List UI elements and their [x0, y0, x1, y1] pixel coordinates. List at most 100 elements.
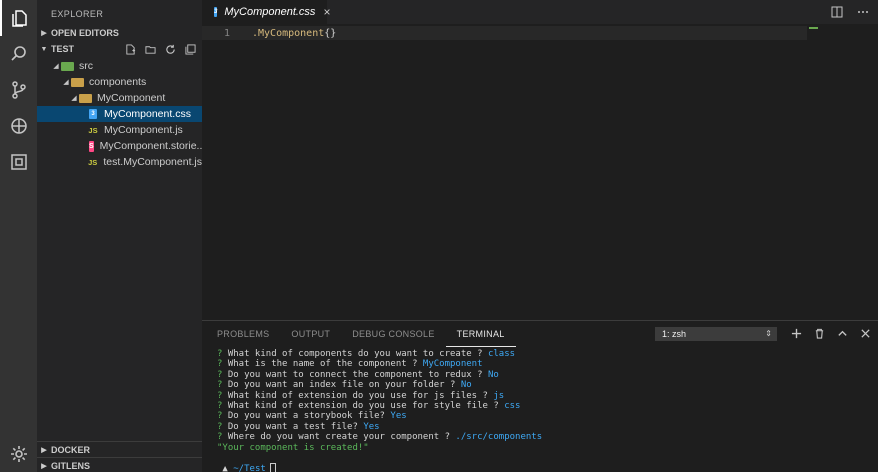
terminal-line: ? What is the name of the component ? My… — [217, 359, 542, 369]
tree-item-label: components — [89, 76, 147, 88]
terminal-answer: ./src/components — [455, 432, 543, 443]
gitlens-section[interactable]: ▶ GITLENS — [37, 457, 202, 472]
source-control-icon[interactable] — [0, 72, 37, 108]
prompt-path: ~/Test — [233, 464, 266, 472]
new-file-icon[interactable] — [124, 43, 136, 55]
editor-tab-bar: 3 MyComponent.css × — [202, 0, 878, 24]
tree-item-mycomponent-js[interactable]: JS MyComponent.js — [37, 122, 202, 138]
tab-terminal[interactable]: TERMINAL — [445, 321, 516, 347]
terminal-question: What kind of components do you want to c… — [222, 349, 488, 359]
terminal-line: ? Do you want to connect the component t… — [217, 370, 542, 380]
debug-icon[interactable] — [0, 108, 37, 144]
tree-item-label: MyComponent.storie... — [99, 140, 206, 152]
bottom-panel: PROBLEMS OUTPUT DEBUG CONSOLE TERMINAL 1… — [202, 320, 878, 472]
chevron-right-icon: ▶ — [41, 446, 47, 454]
new-folder-icon[interactable] — [144, 43, 156, 55]
terminal-output[interactable]: ? What kind of components do you want to… — [217, 349, 542, 472]
terminal-question: What kind of extension do you use for st… — [222, 401, 505, 412]
terminal-answer: js — [493, 390, 505, 401]
terminal-question: What kind of extension do you use for js… — [222, 390, 494, 401]
explorer-icon[interactable] — [0, 0, 37, 36]
docker-label: DOCKER — [51, 444, 91, 455]
editor-area: 3 MyComponent.css × 1 .MyComponent {} — [202, 0, 878, 320]
more-actions-icon[interactable] — [856, 5, 870, 19]
chevron-down-icon: ◢ — [53, 63, 59, 70]
storybook-file-icon: S — [89, 140, 94, 152]
tree-item-label: MyComponent — [97, 92, 166, 104]
code-line[interactable]: 1 .MyComponent {} — [202, 26, 807, 40]
open-editors-section[interactable]: ▶ OPEN EDITORS — [37, 25, 202, 41]
terminal-question: What is the name of the component ? — [222, 359, 423, 370]
trash-icon[interactable] — [813, 327, 826, 340]
terminal-question: Where do you want create your component … — [222, 432, 456, 443]
close-panel-icon[interactable] — [859, 327, 872, 340]
explorer-sidebar: EXPLORER ▶ OPEN EDITORS ▼ TEST ◢ src ◢ c… — [37, 0, 205, 472]
maximize-panel-icon[interactable] — [836, 327, 849, 340]
terminal-answer: Yes — [390, 411, 407, 422]
terminal-line: ? What kind of extension do you use for … — [217, 401, 542, 411]
css-file-icon: 3 — [89, 109, 97, 119]
docker-section[interactable]: ▶ DOCKER — [37, 441, 202, 457]
project-label: TEST — [51, 44, 75, 54]
search-icon[interactable] — [0, 36, 37, 72]
tree-item-label: test.MyComponent.js — [103, 156, 202, 168]
select-arrows-icon: ⇕ — [765, 329, 772, 338]
gitlens-label: GITLENS — [51, 460, 91, 471]
terminal-answer: No — [487, 369, 499, 380]
tab-output[interactable]: OUTPUT — [280, 321, 341, 347]
tab-debug-console[interactable]: DEBUG CONSOLE — [341, 321, 445, 347]
css-braces: {} — [324, 27, 337, 39]
terminal-select[interactable]: 1: zsh ⇕ — [655, 327, 777, 341]
terminal-answer: css — [504, 401, 521, 412]
tree-item-label: MyComponent.js — [104, 124, 183, 136]
tab-mycomponent-css[interactable]: 3 MyComponent.css × — [202, 0, 330, 24]
terminal-line: ? What kind of components do you want to… — [217, 349, 542, 359]
tree-item-src[interactable]: ◢ src — [37, 58, 202, 74]
activity-bar — [0, 0, 37, 472]
terminal-answer: Yes — [363, 421, 380, 432]
tree-item-test-js[interactable]: JS test.MyComponent.js — [37, 154, 202, 170]
add-terminal-icon[interactable] — [790, 327, 803, 340]
chevron-right-icon: ▶ — [41, 462, 47, 470]
tree-item-mycomponent-stories[interactable]: S MyComponent.storie... — [37, 138, 205, 154]
folder-icon — [79, 93, 92, 103]
sidebar-title: EXPLORER — [51, 9, 104, 19]
terminal-question: Do you want a test file? — [222, 421, 364, 432]
chevron-down-icon: ◢ — [71, 95, 77, 102]
split-editor-icon[interactable] — [830, 5, 844, 19]
tree-item-mycomponent-folder[interactable]: ◢ MyComponent — [37, 90, 202, 106]
terminal-line: ? Do you want an index file on your fold… — [217, 380, 542, 390]
terminal-prompt: ▲ ~/Test — [217, 463, 542, 472]
css-file-icon: 3 — [214, 7, 218, 17]
tab-problems[interactable]: PROBLEMS — [202, 321, 280, 347]
terminal-line: ? Do you want a test file? Yes — [217, 422, 542, 432]
tree-item-label: MyComponent.css — [104, 108, 191, 120]
project-section-header[interactable]: ▼ TEST — [37, 41, 202, 57]
folder-icon — [71, 77, 84, 87]
tree-item-components[interactable]: ◢ components — [37, 74, 202, 90]
js-file-icon: JS — [88, 157, 98, 167]
terminal-select-value: 1: zsh — [662, 329, 687, 339]
terminal-result: "Your component is created!" — [217, 442, 369, 453]
terminal-line: ? Where do you want create your componen… — [217, 432, 542, 442]
close-icon[interactable]: × — [323, 5, 330, 19]
terminal-line: ? What kind of extension do you use for … — [217, 391, 542, 401]
extensions-icon[interactable] — [0, 144, 37, 180]
open-editors-label: OPEN EDITORS — [51, 28, 119, 38]
terminal-line: ? Do you want a storybook file? Yes — [217, 411, 542, 421]
terminal-answer: class — [487, 349, 516, 359]
chevron-right-icon: ▶ — [41, 30, 47, 37]
settings-gear-icon[interactable] — [0, 436, 37, 472]
tree-item-label: src — [79, 60, 93, 72]
chevron-down-icon: ▼ — [40, 45, 48, 53]
line-number: 1 — [223, 27, 230, 39]
collapse-all-icon[interactable] — [184, 43, 196, 55]
tree-item-mycomponent-css[interactable]: 3 MyComponent.css — [37, 106, 202, 122]
terminal-answer: No — [460, 380, 472, 391]
css-selector: .MyComponent — [252, 27, 325, 39]
terminal-answer: MyComponent — [422, 359, 483, 370]
folder-icon — [61, 61, 74, 71]
refresh-icon[interactable] — [164, 43, 176, 55]
terminal-question: Do you want a storybook file? — [222, 411, 391, 422]
